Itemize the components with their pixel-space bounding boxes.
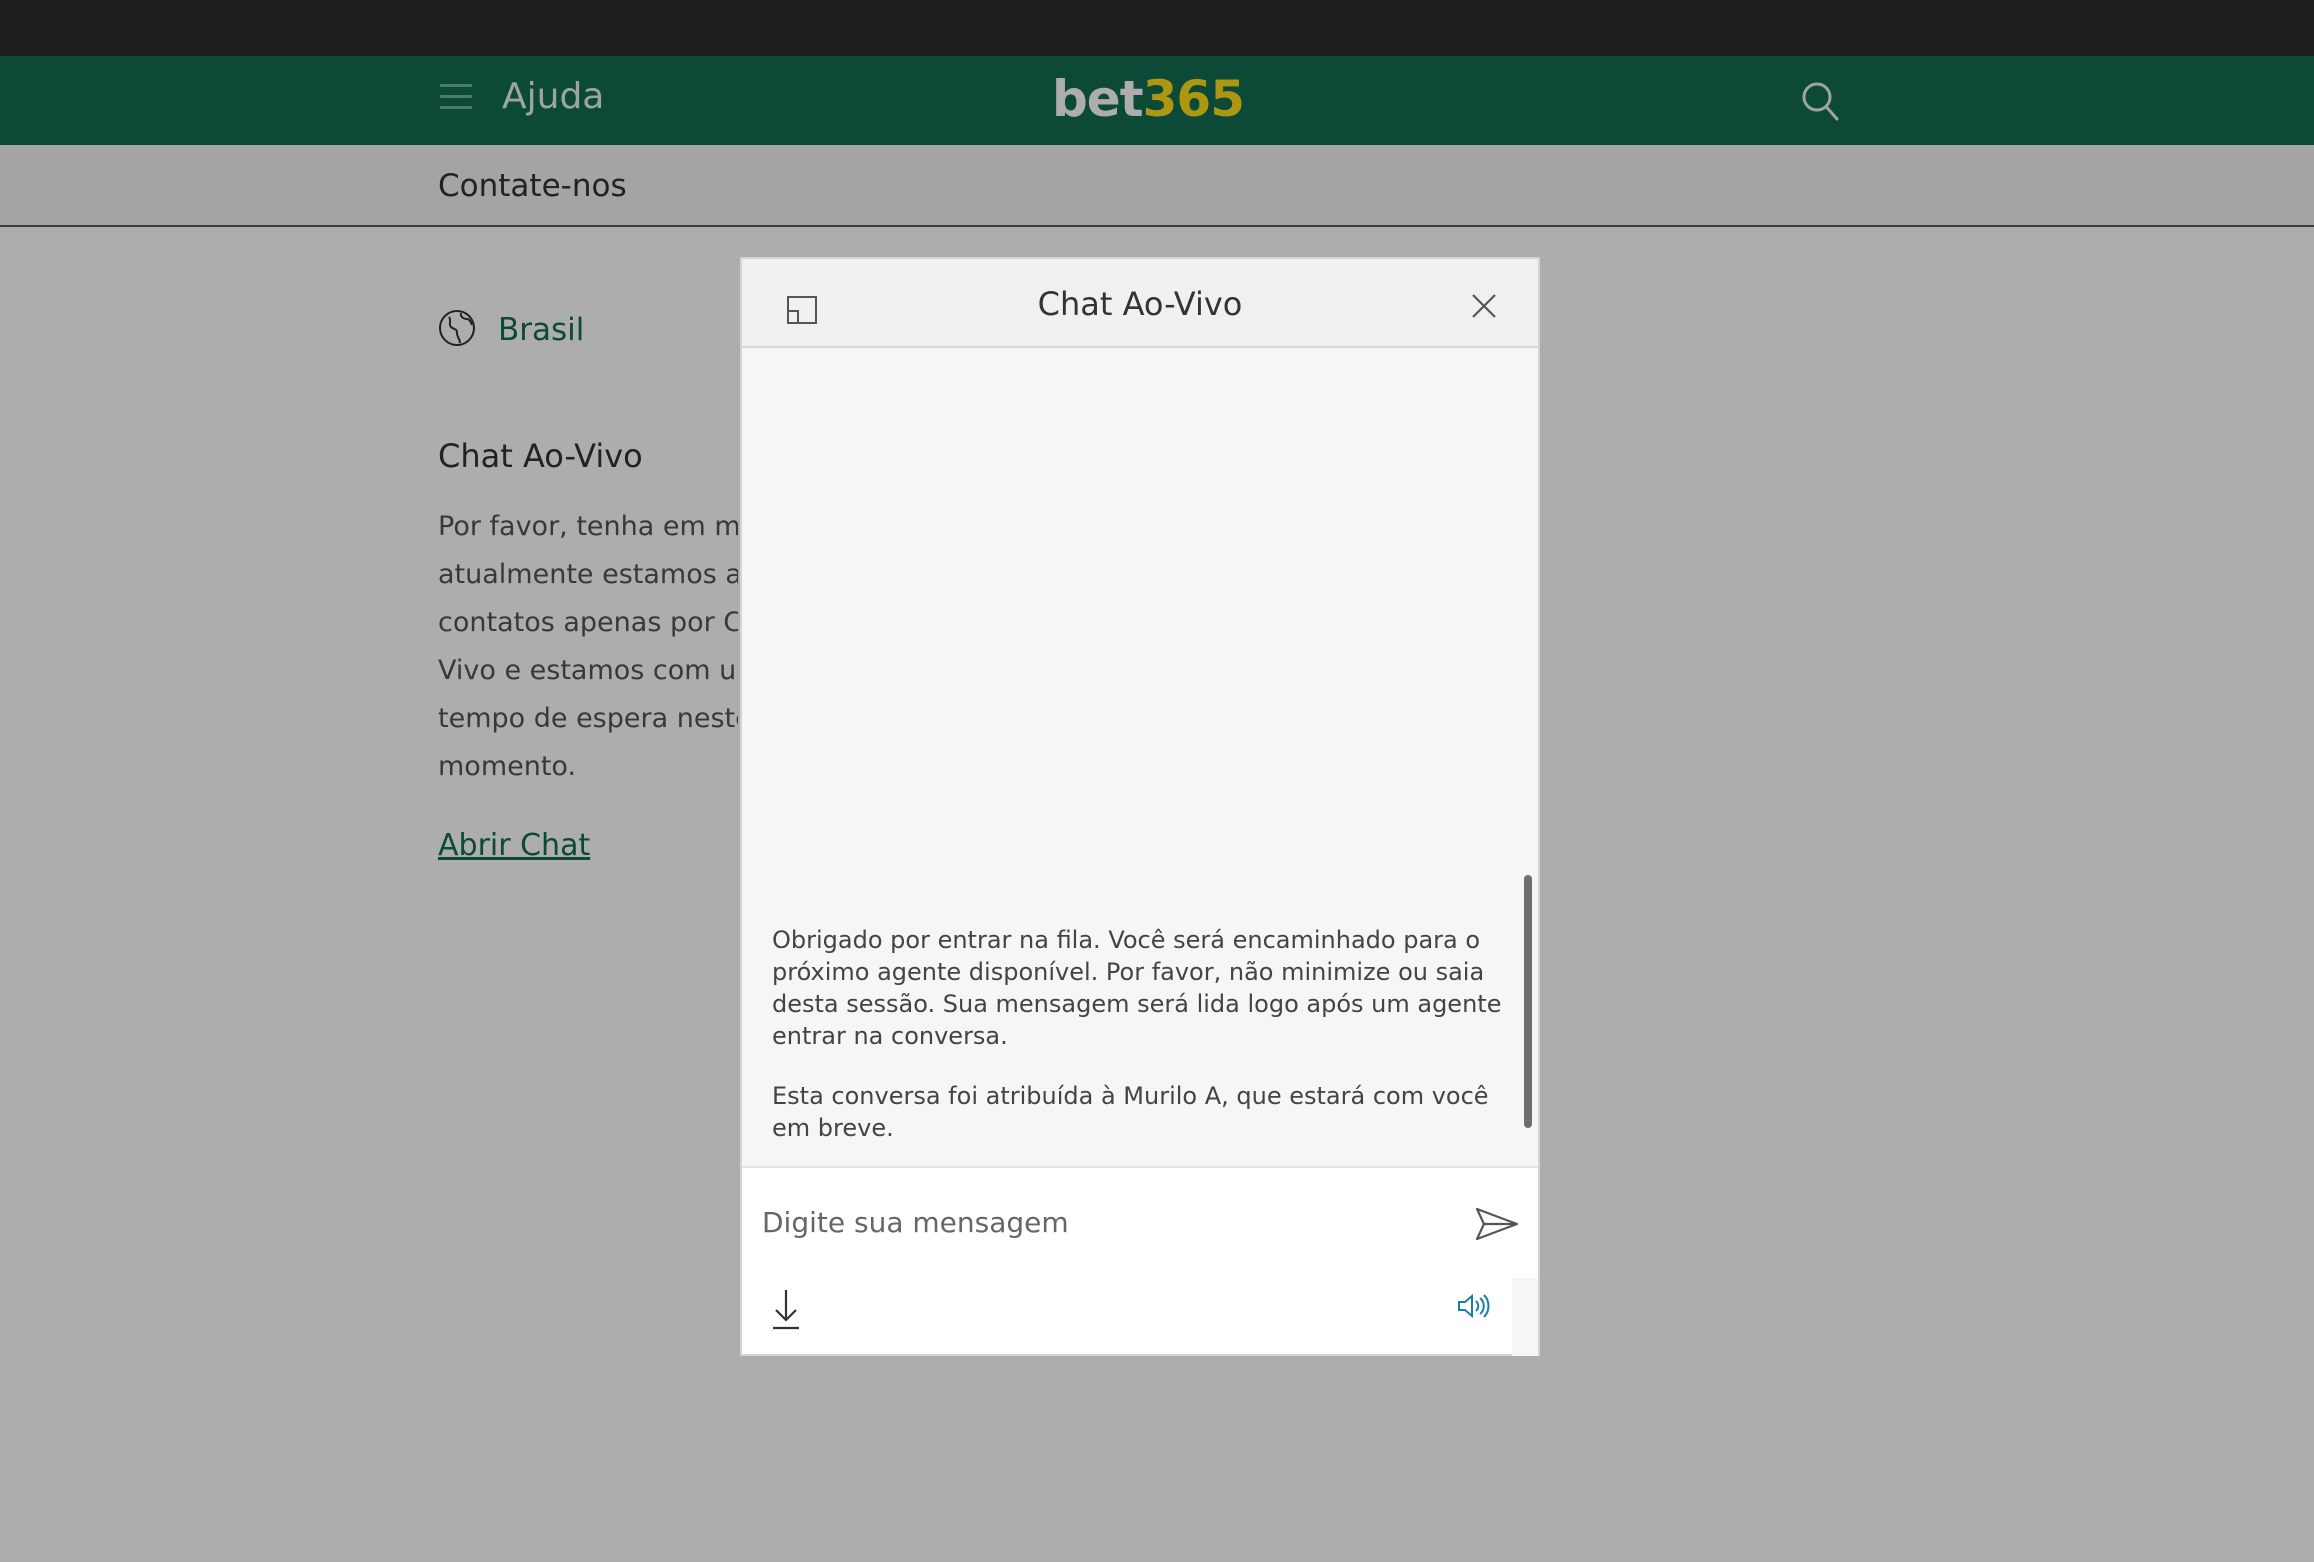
close-icon[interactable] (1470, 292, 1498, 320)
chat-title: Chat Ao-Vivo (1037, 285, 1243, 323)
chat-header: Chat Ao-Vivo (742, 259, 1538, 348)
sound-icon[interactable] (1456, 1291, 1490, 1321)
chat-messages[interactable]: Obrigado por entrar na fila. Você será e… (742, 348, 1538, 1166)
chat-message: Esta conversa foi atribuída à Murilo A, … (772, 1082, 1489, 1142)
send-icon[interactable] (1474, 1206, 1520, 1242)
chat-message: Obrigado por entrar na fila. Você será e… (772, 926, 1502, 1050)
composer-edge (1512, 1278, 1538, 1356)
download-icon[interactable] (770, 1288, 802, 1330)
message-input[interactable] (762, 1198, 1462, 1246)
live-chat-window: Chat Ao-Vivo Obrigado por entrar na fila… (740, 257, 1540, 1356)
chat-composer (742, 1166, 1538, 1356)
chat-scrollbar[interactable] (1524, 875, 1532, 1128)
